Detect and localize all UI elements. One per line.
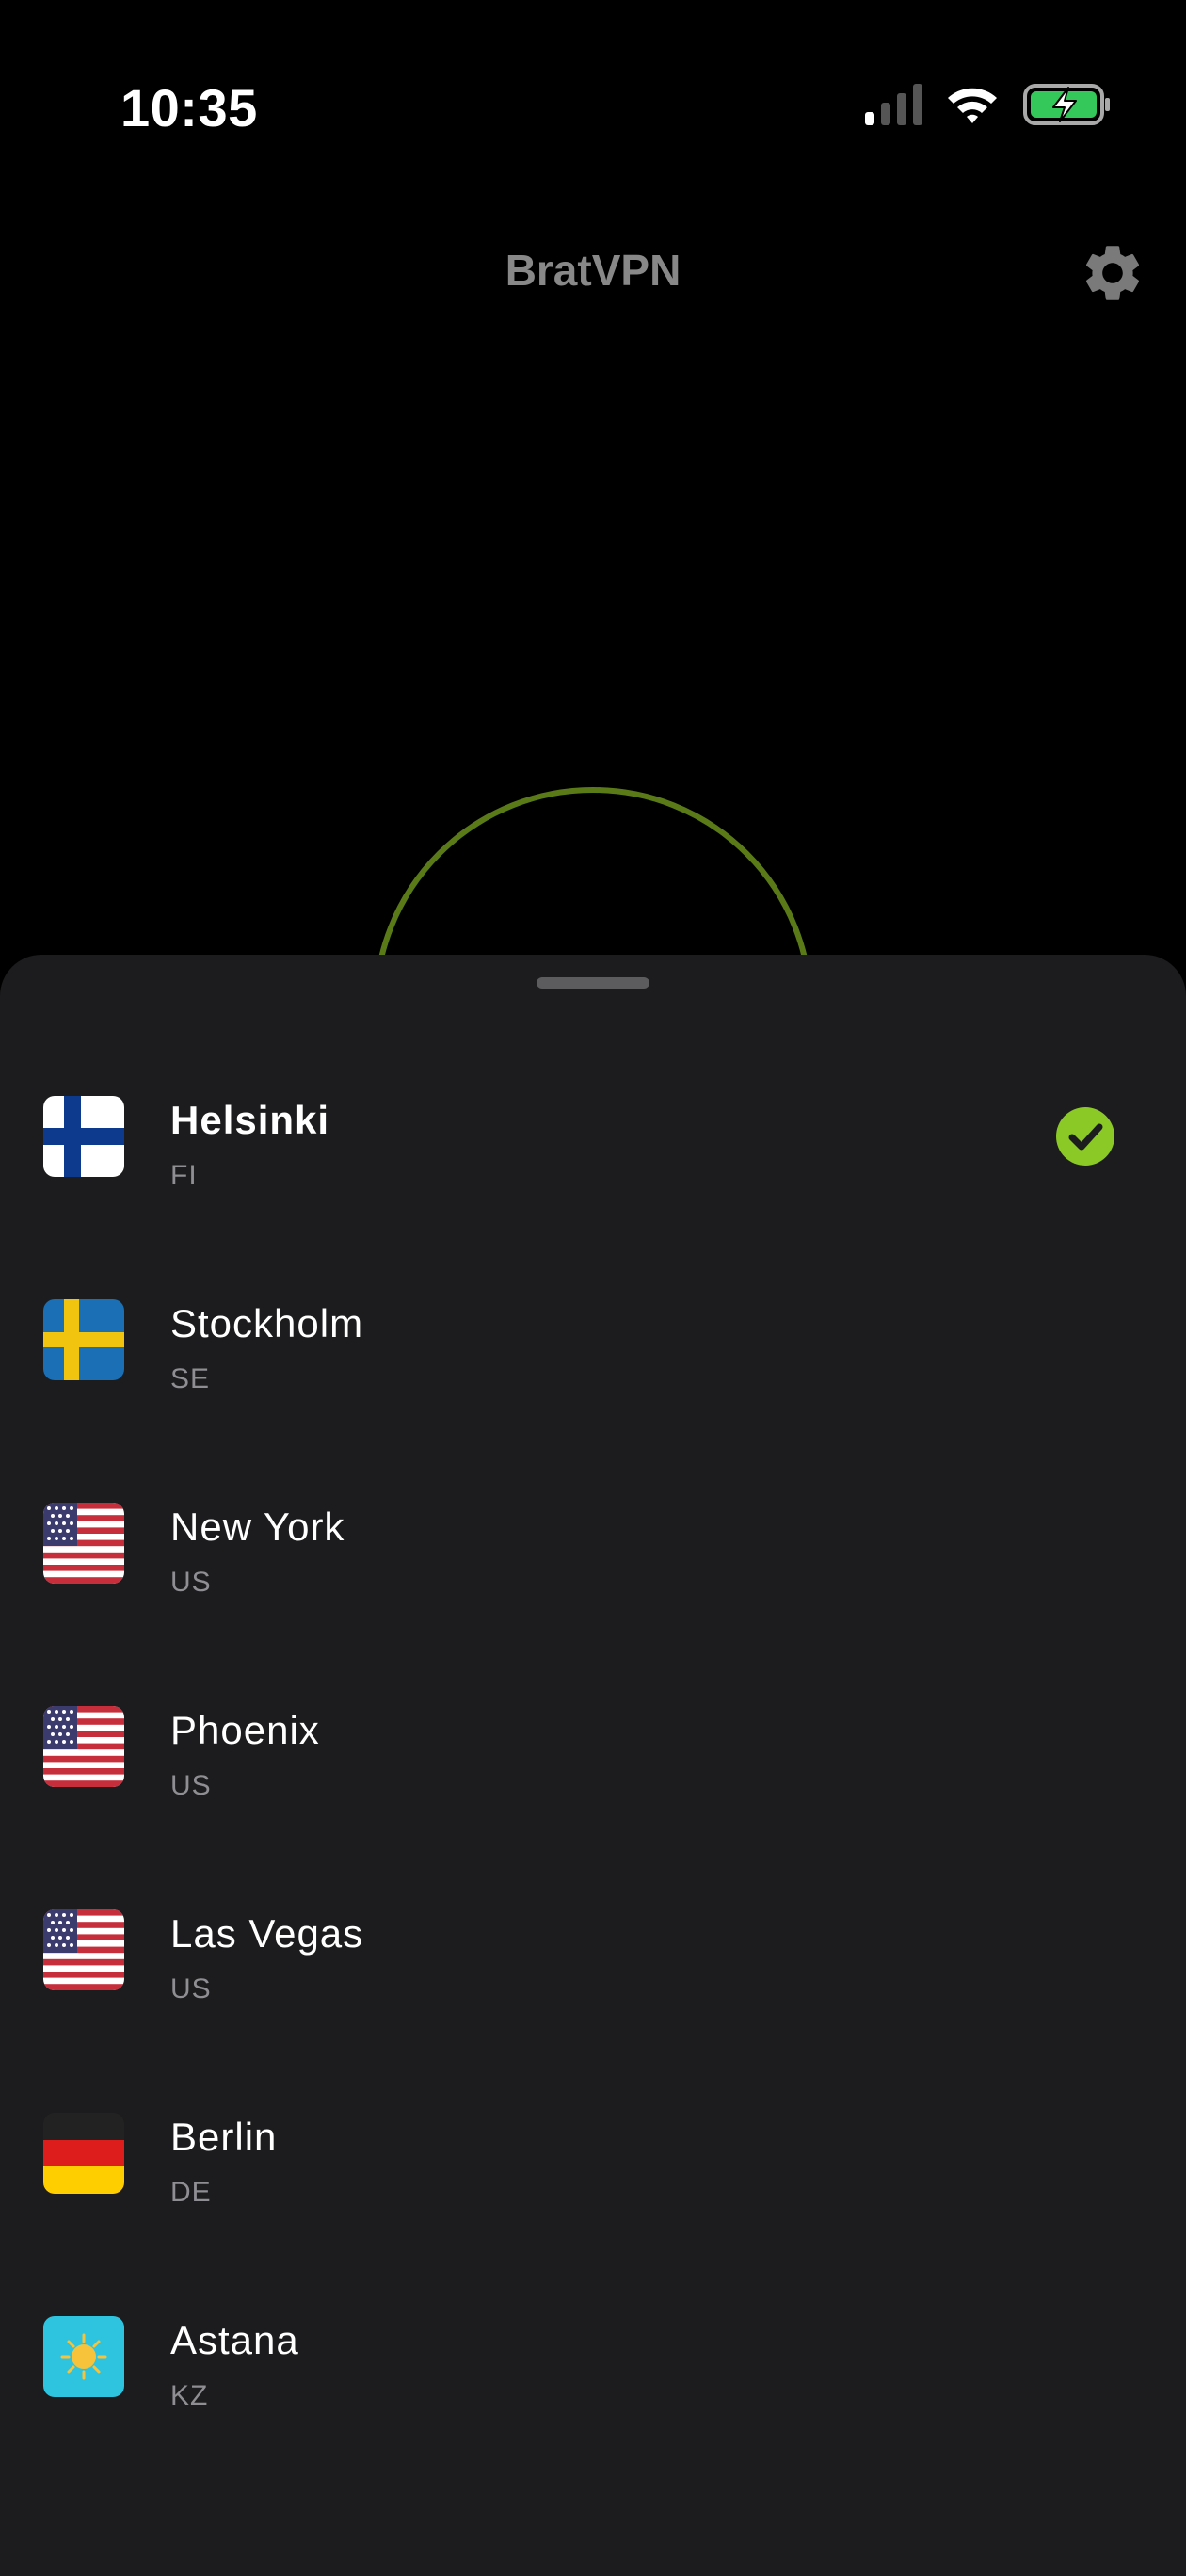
server-city: Astana — [170, 2318, 299, 2362]
server-row-astana[interactable]: Astana KZ — [0, 2277, 1186, 2480]
usa-flag-icon — [43, 1706, 124, 1787]
server-country-code: DE — [170, 2177, 212, 2208]
server-row-berlin[interactable]: Berlin DE — [0, 2073, 1186, 2277]
server-city: Las Vegas — [170, 1911, 364, 1956]
server-country-code: FI — [170, 1160, 198, 1191]
sweden-flag-icon — [43, 1299, 124, 1380]
kazakhstan-flag-icon — [43, 2316, 124, 2397]
location-sheet: Helsinki FI Stockholm SE New York US Pho… — [0, 955, 1186, 2576]
server-city: Phoenix — [170, 1708, 320, 1752]
server-row-new-york[interactable]: New York US — [0, 1463, 1186, 1666]
server-list: Helsinki FI Stockholm SE New York US Pho… — [0, 1056, 1186, 2480]
battery-charging-icon — [1023, 84, 1110, 125]
sheet-drag-handle[interactable] — [537, 977, 649, 989]
server-country-code: US — [170, 1567, 212, 1598]
server-city: Stockholm — [170, 1301, 364, 1345]
status-time: 10:35 — [120, 78, 258, 137]
finland-flag-icon — [43, 1096, 124, 1177]
wifi-icon — [948, 88, 997, 123]
server-country-code: US — [170, 1973, 212, 2004]
server-country-code: SE — [170, 1363, 211, 1394]
status-bar: 10:35 — [0, 0, 1186, 217]
server-row-helsinki[interactable]: Helsinki FI — [0, 1056, 1186, 1260]
server-row-las-vegas[interactable]: Las Vegas US — [0, 1870, 1186, 2073]
server-country-code: KZ — [170, 2380, 209, 2411]
server-country-code: US — [170, 1770, 212, 1801]
cellular-signal-icon — [865, 84, 922, 125]
app-title: BratVPN — [505, 246, 681, 295]
server-city: Berlin — [170, 2115, 278, 2159]
usa-flag-icon — [43, 1503, 124, 1584]
server-city: New York — [170, 1505, 345, 1549]
server-row-phoenix[interactable]: Phoenix US — [0, 1666, 1186, 1870]
usa-flag-icon — [43, 1909, 124, 1990]
settings-button[interactable] — [1079, 239, 1146, 307]
server-city: Helsinki — [170, 1098, 330, 1142]
app-header: BratVPN — [0, 217, 1186, 330]
selected-check-icon — [1056, 1107, 1114, 1166]
gear-icon — [1085, 246, 1140, 300]
germany-flag-icon — [43, 2113, 124, 2194]
server-row-stockholm[interactable]: Stockholm SE — [0, 1260, 1186, 1463]
status-icons — [865, 83, 1113, 126]
